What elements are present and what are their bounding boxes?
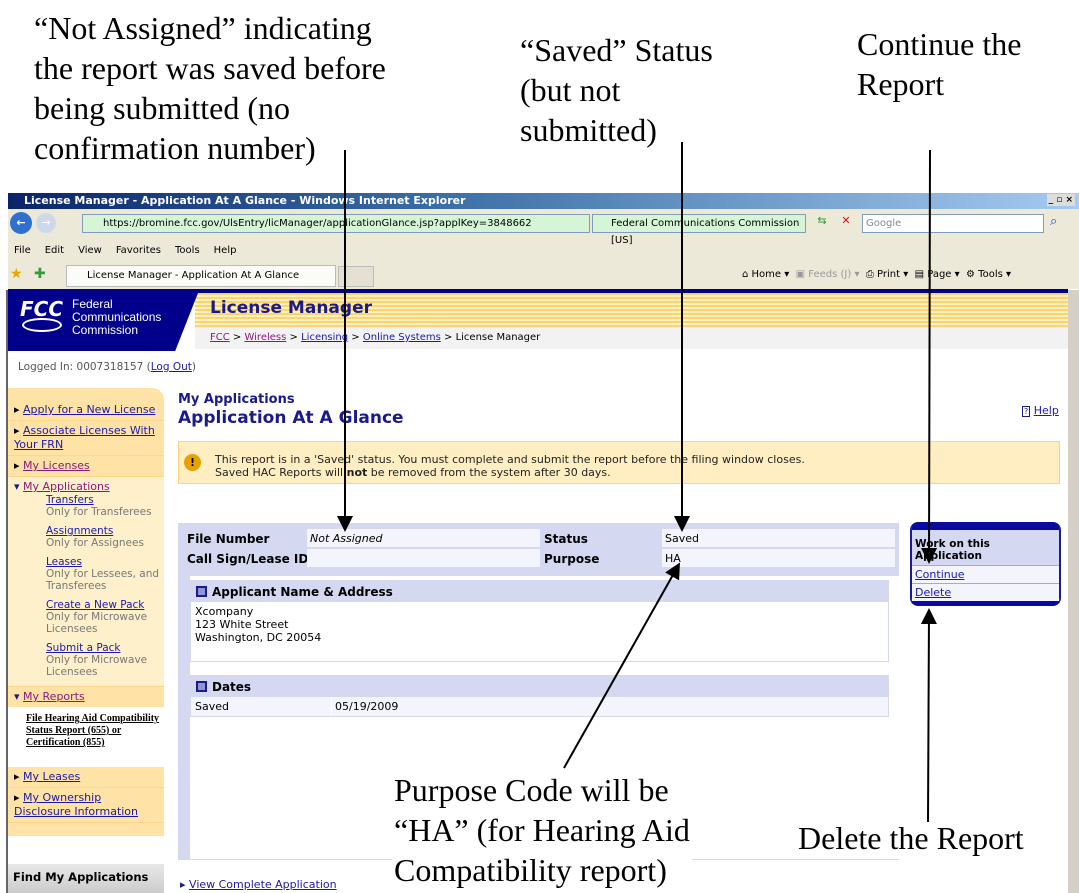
arrow-continue: [921, 149, 938, 564]
arrow-purpose: [563, 562, 680, 769]
arrow-delete: [920, 608, 937, 823]
annotation-arrows: [337, 142, 938, 823]
